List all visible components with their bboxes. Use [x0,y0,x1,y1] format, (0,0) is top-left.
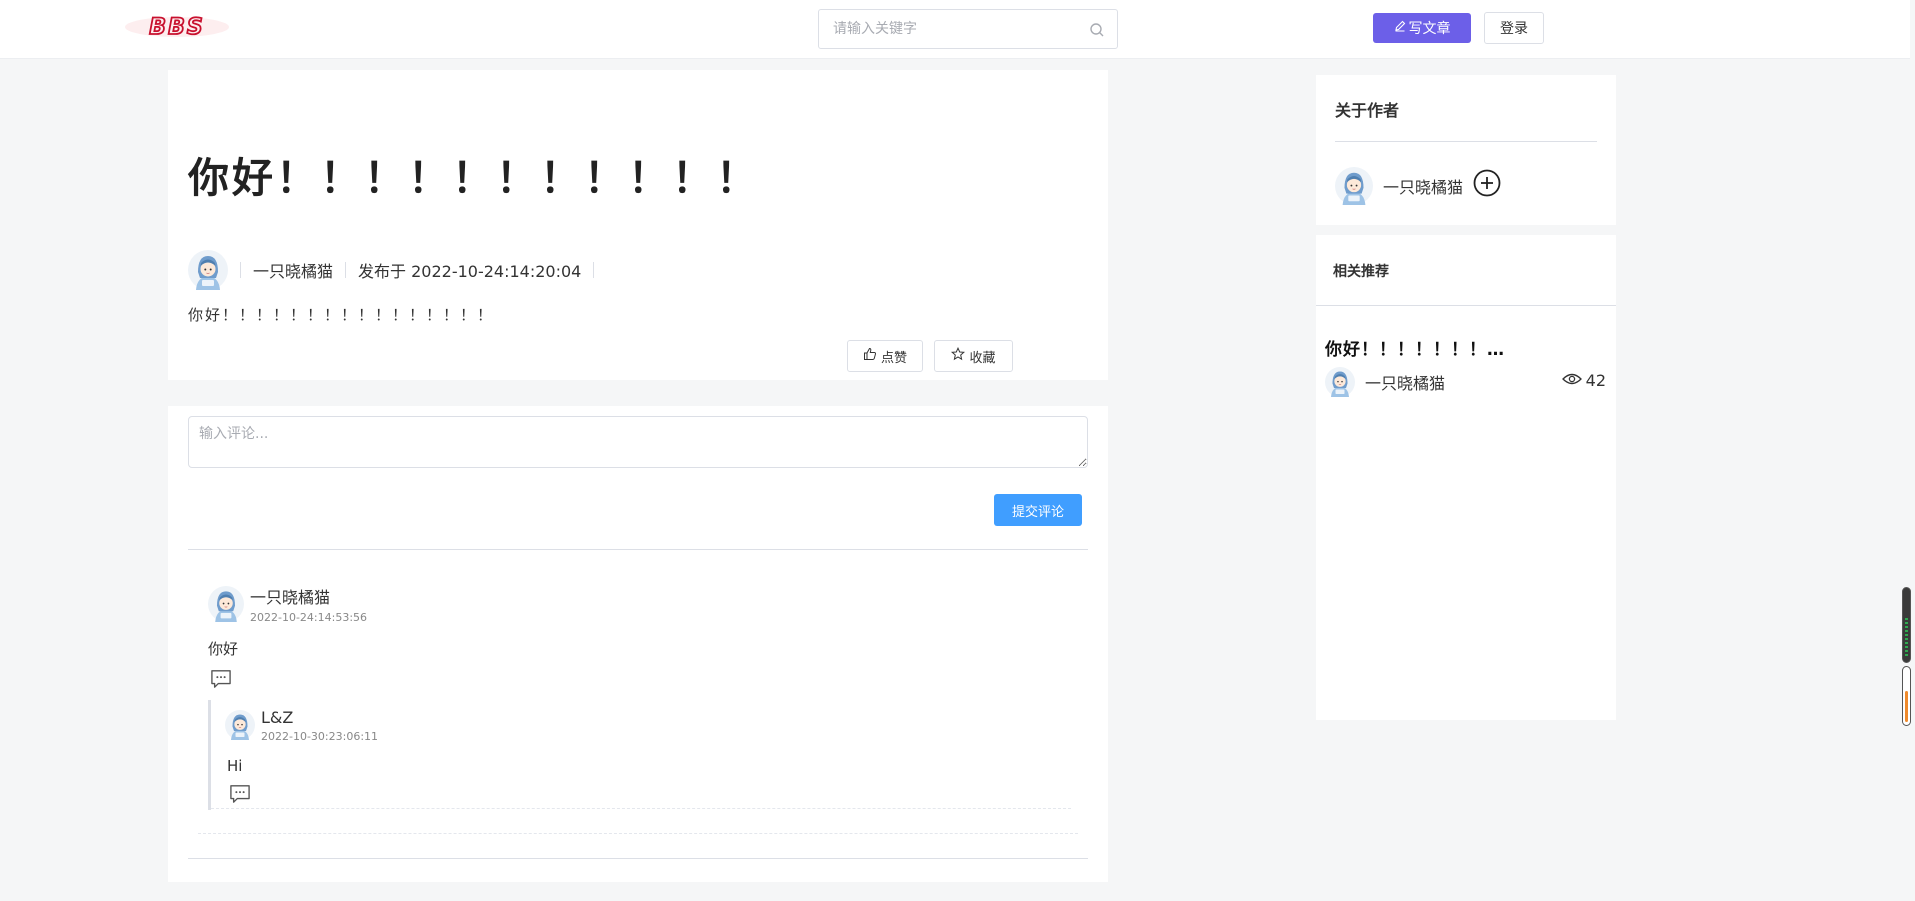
favorite-label: 收藏 [969,350,996,366]
favorite-button[interactable]: 收藏 [934,340,1013,372]
reply-divider [211,808,1071,809]
recommend-article-title[interactable]: 你好！！！！！！！… [1325,335,1505,360]
article-card: 你好！！！！！！！！！！！ 一只晓橘猫 发布于 2022-10-24:14:20… [168,70,1108,380]
write-article-label: 写文章 [1408,21,1451,37]
comments-card: 提交评论 一只晓橘猫 2022-10-24:14:53:56 你好 L&Z 20… [168,406,1108,882]
like-label: 点赞 [880,350,907,366]
write-article-button[interactable]: 写文章 [1373,13,1471,43]
reply-thread: L&Z 2022-10-30:23:06:11 Hi [208,700,1071,810]
search-icon[interactable] [1089,22,1105,38]
reply-comment-icon[interactable] [210,669,232,689]
article-publish-time: 发布于 2022-10-24:14:20:04 [358,262,582,281]
recommend-divider [1316,305,1616,306]
comments-divider [188,549,1088,550]
reply-avatar[interactable] [225,710,255,740]
recommend-author-name[interactable]: 一只晓橘猫 [1365,370,1445,394]
reply-comment-icon[interactable] [229,784,251,804]
comment-time: 2022-10-24:14:53:56 [250,611,368,624]
recommend-author-row: 一只晓橘猫 [1325,367,1445,397]
pencil-icon [1394,20,1406,36]
search-box [818,9,1118,49]
comment-divider [198,833,1078,834]
author-avatar[interactable] [188,250,228,290]
scroll-indicator-top[interactable] [1902,587,1911,663]
view-count: 42 [1561,371,1606,390]
comments-bottom-divider [188,858,1088,859]
about-author-card: 关于作者 一只晓橘猫 [1316,75,1616,225]
about-divider [1335,141,1597,142]
comment-item: 一只晓橘猫 2022-10-24:14:53:56 [208,584,367,624]
like-button[interactable]: 点赞 [847,340,923,372]
meta-divider [593,262,595,278]
reply-item: L&Z 2022-10-30:23:06:11 [225,708,378,743]
recommend-author-avatar[interactable] [1325,367,1355,397]
comment-text: 你好 [208,640,239,658]
article-title: 你好！！！！！！！！！！！ [188,154,760,202]
star-icon [951,346,966,365]
top-header: BBS 写文章 登录 [0,0,1910,59]
scroll-indicator-bottom[interactable] [1902,666,1911,726]
login-button[interactable]: 登录 [1484,12,1544,44]
reply-author[interactable]: L&Z [261,708,378,727]
author-row: 一只晓橘猫 [1335,167,1501,205]
comment-input[interactable] [188,416,1088,468]
commenter-avatar[interactable] [208,586,244,622]
svg-text:BBS: BBS [149,16,204,38]
bbs-logo[interactable]: BBS [124,14,230,41]
view-count-value: 42 [1585,371,1606,390]
submit-comment-button[interactable]: 提交评论 [994,494,1082,526]
article-author[interactable]: 一只晓橘猫 [253,258,333,282]
article-meta: 一只晓橘猫 发布于 2022-10-24:14:20:04 [188,250,606,290]
recommend-title: 相关推荐 [1333,264,1389,280]
related-recommend-card: 相关推荐 你好！！！！！！！… 一只晓橘猫 42 [1316,235,1616,720]
sidebar-author-avatar[interactable] [1335,167,1373,205]
meta-divider [240,262,241,278]
sidebar-author-name[interactable]: 一只晓橘猫 [1383,174,1463,198]
eye-icon [1561,371,1582,390]
thumbs-up-icon [863,347,877,365]
search-input[interactable] [819,10,1117,48]
about-author-title: 关于作者 [1335,101,1400,120]
reply-text: Hi [227,757,243,775]
commenter-name[interactable]: 一只晓橘猫 [250,584,367,608]
article-body: 你好！！！！！！！！！！！！！！！！ [188,306,495,324]
meta-divider [345,262,347,278]
reply-time: 2022-10-30:23:06:11 [261,730,379,743]
follow-plus-icon[interactable] [1473,169,1501,197]
